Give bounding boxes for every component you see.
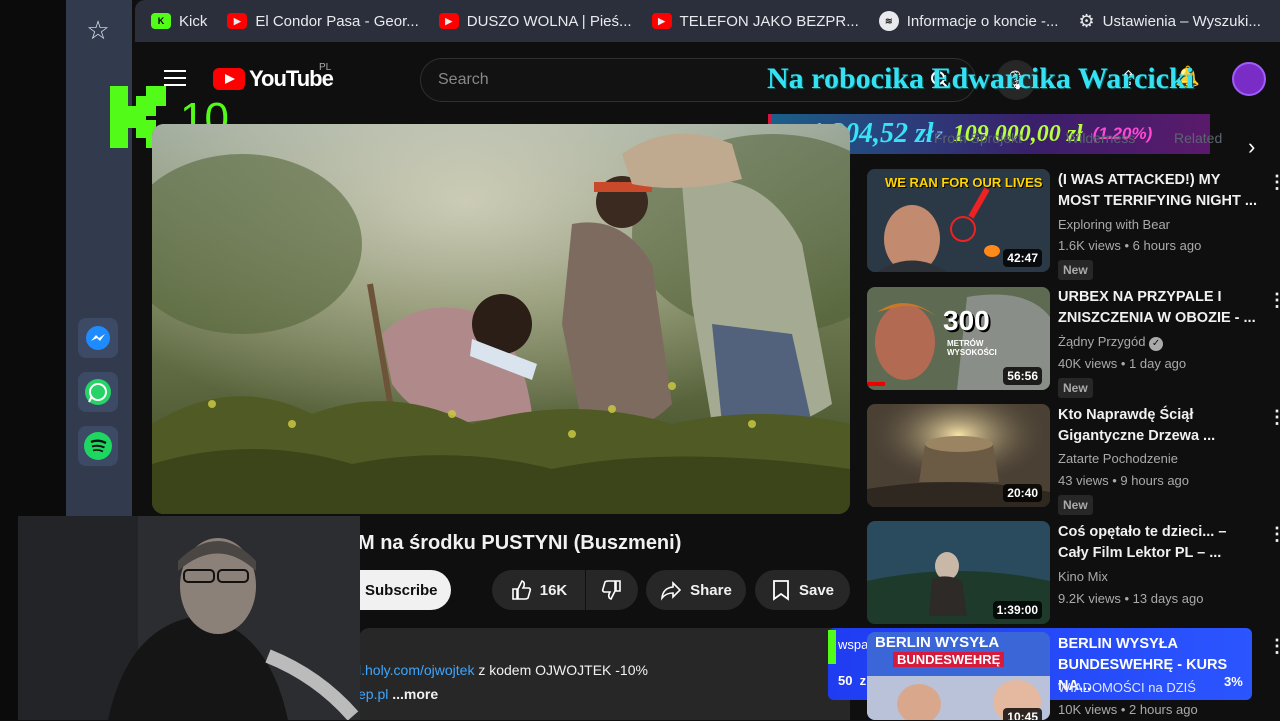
description-line-2: ep.pl ...more	[358, 686, 438, 702]
spotify-icon: ≋	[878, 11, 899, 31]
related-thumbnail[interactable]: 300 METRÓW WYSOKOŚCI 56:56	[867, 287, 1050, 390]
chip-related[interactable]: Related	[1174, 130, 1222, 146]
avatar[interactable]	[1232, 62, 1266, 96]
video-player[interactable]	[152, 124, 850, 514]
bookmark-label: Informacje o koncie -...	[906, 12, 1059, 30]
thumbnail-text: 300	[943, 305, 990, 336]
bookmark-youtube-3[interactable]: ▶ TELEFON JAKO BEZPR...	[651, 12, 859, 30]
thumbs-down-icon	[601, 580, 621, 600]
gear-icon: ⚙	[1078, 10, 1095, 31]
related-channel[interactable]: Zatarte Pochodzenie	[1058, 448, 1178, 470]
bookmark-label: TELEFON JAKO BEZPR...	[679, 12, 859, 30]
thumbnail-text: BERLIN WYSYŁA	[875, 634, 1000, 651]
save-label: Save	[798, 581, 835, 599]
messenger-icon[interactable]	[78, 318, 118, 358]
bookmark-settings[interactable]: ⚙ Ustawienia – Wyszuki...	[1078, 11, 1260, 32]
related-title[interactable]: URBEX NA PRZYPALE I ZNISZCZENIA W OBOZIE…	[1058, 287, 1258, 329]
subscribe-button[interactable]: Subscribe	[358, 570, 451, 610]
bookmark-label: Kick	[179, 12, 208, 30]
verified-icon: ✓	[1149, 337, 1164, 351]
related-meta: 9.2K views • 13 days ago	[1058, 591, 1204, 606]
related-channel[interactable]: Exploring with Bear	[1058, 214, 1170, 236]
chip-from-channel[interactable]: From Sprojekt	[934, 130, 1022, 146]
more-options-icon[interactable]: ⋮	[1268, 290, 1280, 311]
related-meta: 40K views • 1 day ago	[1058, 356, 1187, 371]
new-badge: New	[1058, 260, 1093, 280]
description-line-1: l.holy.com/ojwojtek z kodem OJWOJTEK -10…	[358, 662, 648, 678]
bookmark-icon	[773, 580, 789, 601]
spotify-icon[interactable]	[78, 426, 118, 466]
region-code: PL	[319, 62, 332, 73]
donation-marquee: Na robocika Edwarcika Warcicki	[767, 62, 1194, 95]
related-title[interactable]: Kto Naprawdę Ściął Gigantyczne Drzewa ..…	[1058, 405, 1258, 447]
youtube-icon: ▶	[438, 13, 459, 29]
related-meta: 43 views • 9 hours ago	[1058, 473, 1190, 488]
video-duration: 56:56	[1003, 367, 1042, 385]
bookmarks-bar: K Kick ▶ El Condor Pasa - Geor... ▶ DUSZ…	[135, 0, 1280, 42]
video-title: M na środku PUSTYNI (Buszmeni)	[358, 532, 682, 554]
bookmark-spotify[interactable]: ≋ Informacje o koncie -...	[878, 11, 1059, 31]
youtube-icon: ▶	[651, 13, 672, 29]
save-button[interactable]: Save	[755, 570, 850, 610]
new-badge: New	[1058, 495, 1093, 515]
description-text: z kodem OJWOJTEK -10%	[474, 662, 648, 678]
related-thumbnail[interactable]: BERLIN WYSYŁA BUNDESWEHRĘ 10:45	[867, 632, 1050, 720]
bookmark-youtube-2[interactable]: ▶ DUSZO WOLNA | Pieś...	[438, 12, 632, 30]
related-title[interactable]: (I WAS ATTACKED!) MY MOST TERRIFYING NIG…	[1058, 170, 1258, 212]
bookmark-kick[interactable]: K Kick	[151, 13, 207, 30]
like-button[interactable]: 16K	[492, 570, 585, 610]
webcam-overlay	[18, 516, 360, 720]
bookmark-label: El Condor Pasa - Geor...	[255, 12, 419, 30]
kick-icon: K	[151, 13, 171, 29]
youtube-icon: ▶	[227, 13, 248, 29]
description-link-2[interactable]: ep.pl	[358, 686, 388, 702]
video-duration: 42:47	[1003, 249, 1042, 267]
dislike-button[interactable]	[586, 570, 638, 610]
related-thumbnail[interactable]: WE RAN FOR OUR LIVES 42:47	[867, 169, 1050, 272]
video-frame	[152, 124, 850, 514]
more-options-icon[interactable]: ⋮	[1268, 636, 1280, 657]
thumbnail-subtext: BUNDESWEHRĘ	[893, 652, 1005, 667]
more-options-icon[interactable]: ⋮	[1268, 172, 1280, 193]
related-channel[interactable]: Żądny Przygód ✓	[1058, 331, 1164, 353]
share-icon	[661, 581, 682, 601]
whatsapp-icon[interactable]	[78, 372, 118, 412]
related-meta: 10K views • 2 hours ago	[1058, 702, 1198, 717]
like-dislike-group: 16K	[492, 570, 638, 610]
bookmark-label: Ustawienia – Wyszuki...	[1102, 12, 1261, 30]
more-options-icon[interactable]: ⋮	[1268, 524, 1280, 545]
channel-name: Żądny Przygód	[1058, 334, 1146, 349]
related-thumbnail[interactable]: 1:39:00	[867, 521, 1050, 624]
description-link[interactable]: l.holy.com/ojwojtek	[358, 662, 474, 678]
related-thumbnail[interactable]: 20:40	[867, 404, 1050, 507]
related-channel[interactable]: WIADOMOŚCI na DZIŚ	[1058, 677, 1196, 699]
new-badge: New	[1058, 378, 1093, 398]
related-meta: 1.6K views • 6 hours ago	[1058, 238, 1202, 253]
share-label: Share	[690, 581, 732, 599]
like-count: 16K	[539, 581, 568, 599]
related-title[interactable]: Coś opętało te dzieci... – Cały Film Lek…	[1058, 522, 1258, 564]
video-duration: 20:40	[1003, 484, 1042, 502]
webcam-image	[18, 516, 360, 720]
more-options-icon[interactable]: ⋮	[1268, 407, 1280, 428]
video-duration: 1:39:00	[992, 601, 1042, 619]
video-duration: 10:45	[1003, 708, 1042, 720]
youtube-play-icon	[213, 68, 245, 90]
bookmark-youtube-1[interactable]: ▶ El Condor Pasa - Geor...	[227, 12, 419, 30]
star-icon[interactable]: ☆	[84, 16, 112, 44]
related-channel[interactable]: Kino Mix	[1058, 566, 1108, 588]
chip-wilderness[interactable]: Wilderness	[1066, 130, 1135, 146]
thumbnail-text: WE RAN FOR OUR LIVES	[885, 175, 1043, 190]
more-button[interactable]: ...more	[388, 686, 438, 702]
support-percent: 3%	[1224, 674, 1243, 689]
thumbs-up-icon	[511, 580, 531, 600]
thumbnail-subtext: METRÓW WYSOKOŚCI	[947, 339, 997, 357]
support-accent	[828, 630, 836, 664]
chevron-right-icon[interactable]: ›	[1248, 134, 1255, 160]
youtube-logo[interactable]: YouTube	[213, 66, 334, 92]
bookmark-label: DUSZO WOLNA | Pieś...	[466, 12, 632, 30]
share-button[interactable]: Share	[646, 570, 746, 610]
